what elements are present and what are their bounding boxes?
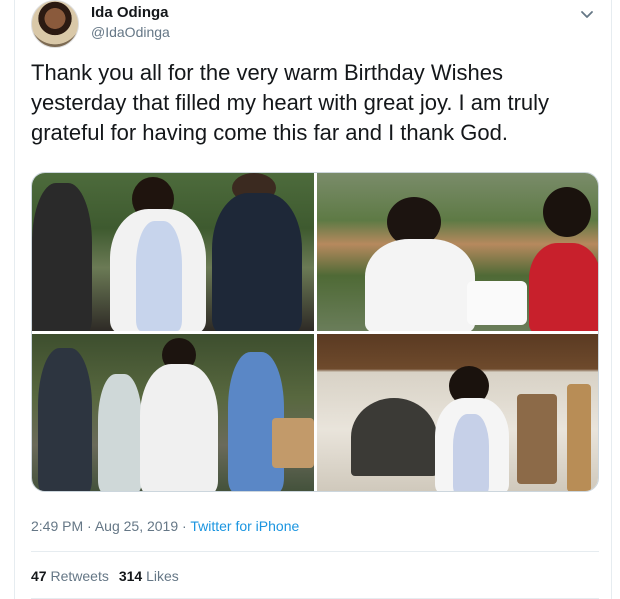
retweets-stat[interactable]: 47 Retweets <box>31 568 109 584</box>
chevron-down-icon[interactable] <box>577 4 597 24</box>
tweet-text: Thank you all for the very warm Birthday… <box>31 60 550 145</box>
retweets-count: 47 <box>31 568 47 584</box>
divider <box>31 551 599 552</box>
user-name[interactable]: Ida Odinga <box>91 4 169 21</box>
user-handle[interactable]: @IdaOdinga <box>91 24 170 40</box>
tweet-meta: 2:49 PM · Aug 25, 2019 · Twitter for iPh… <box>31 518 299 534</box>
tweet-source-link[interactable]: Twitter for iPhone <box>190 518 299 534</box>
likes-count: 314 <box>118 568 143 584</box>
tweet-date[interactable]: Aug 25, 2019 <box>95 518 178 534</box>
retweets-label: Retweets <box>50 568 109 584</box>
meta-separator: · <box>87 518 92 534</box>
media-grid <box>31 172 599 492</box>
photo-2[interactable] <box>317 173 598 331</box>
tweet-stats: 47 Retweets 314 Likes <box>31 568 179 584</box>
tweet-card: Ida Odinga @IdaOdinga Thank you all for … <box>14 0 612 599</box>
tweet-time[interactable]: 2:49 PM <box>31 518 83 534</box>
avatar[interactable] <box>31 0 79 48</box>
likes-stat[interactable]: 314 Likes <box>119 568 179 584</box>
photo-4[interactable] <box>317 334 598 491</box>
photo-1[interactable] <box>32 173 314 331</box>
likes-label: Likes <box>146 568 179 584</box>
photo-3[interactable] <box>32 334 314 491</box>
meta-separator: · <box>182 518 187 534</box>
